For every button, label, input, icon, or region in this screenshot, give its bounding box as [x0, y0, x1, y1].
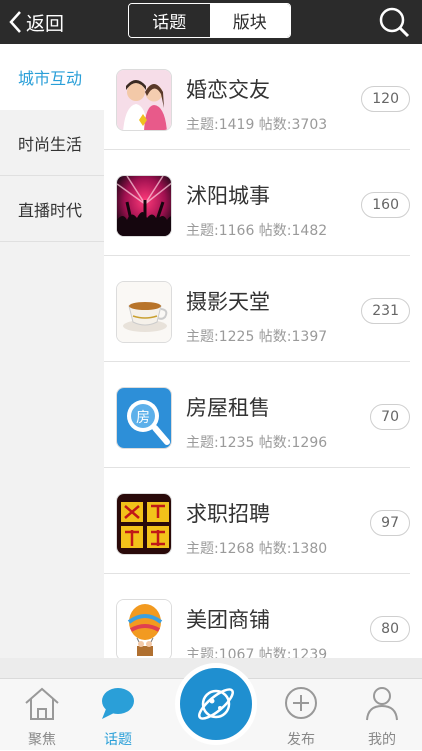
- tab-publish[interactable]: 发布: [259, 679, 343, 751]
- count-badge: 120: [361, 86, 410, 112]
- tab-label: 发布: [287, 732, 315, 748]
- count-badge: 231: [361, 298, 410, 324]
- forum-stats: 主题:1268 帖数:1380: [186, 541, 328, 557]
- forum-stats: 主题:1166 帖数:1482: [186, 223, 328, 239]
- forum-stats: 主题:1067 帖数:1239: [186, 647, 328, 658]
- back-label: 返回: [26, 12, 65, 35]
- count-badge: 80: [370, 616, 410, 642]
- forum-row[interactable]: 婚恋交友 主题:1419 帖数:3703 120: [104, 44, 422, 150]
- planet-icon: [198, 688, 234, 720]
- search-icon[interactable]: [378, 6, 410, 38]
- forum-row[interactable]: 摄影天堂 主题:1225 帖数:1397 231: [104, 256, 422, 362]
- home-icon: [25, 687, 59, 720]
- forum-row[interactable]: 房 房屋租售 主题:1235 帖数:1296 70: [104, 362, 422, 468]
- back-button[interactable]: 返回: [8, 8, 64, 36]
- forum-stats: 主题:1225 帖数:1397: [186, 329, 328, 345]
- list-bottom-strip: [104, 658, 422, 678]
- tab-home[interactable]: 聚焦: [0, 679, 84, 751]
- forum-name: 美团商铺: [186, 608, 270, 632]
- forum-stats: 主题:1419 帖数:3703: [186, 117, 328, 133]
- tab-label: 我的: [368, 732, 396, 748]
- forum-row[interactable]: 美团商铺 主题:1067 帖数:1239 80: [104, 574, 422, 658]
- sidebar-item-city[interactable]: 城市互动: [0, 44, 104, 110]
- house-search-icon: 房: [116, 387, 172, 449]
- tab-mine[interactable]: 我的: [340, 679, 422, 751]
- forum-row[interactable]: 沭阳城事 主题:1166 帖数:1482 160: [104, 150, 422, 256]
- count-badge: 160: [361, 192, 410, 218]
- category-sidebar: 城市互动 时尚生活 直播时代: [0, 44, 104, 658]
- user-icon: [366, 687, 398, 721]
- chevron-left-icon: [9, 11, 21, 33]
- forum-name: 求职招聘: [186, 502, 270, 526]
- count-badge: 97: [370, 510, 410, 536]
- top-nav-bar: 返回 话题 版块: [0, 0, 422, 44]
- recruit-poster-icon: [116, 493, 172, 555]
- tab-label: 话题: [104, 732, 132, 748]
- coffee-cup-icon: [116, 281, 172, 343]
- segment-control: 话题 版块: [128, 3, 291, 38]
- plus-circle-icon: [285, 687, 317, 719]
- forum-stats: 主题:1235 帖数:1296: [186, 435, 328, 451]
- tab-label: 聚焦: [28, 732, 56, 748]
- forum-name: 沭阳城事: [186, 184, 270, 208]
- couple-photo-icon: [116, 69, 172, 131]
- list-bottom-strip: [0, 658, 104, 678]
- forum-name: 摄影天堂: [186, 290, 270, 314]
- tab-topic[interactable]: 话题: [76, 679, 160, 751]
- tab-board[interactable]: 版块: [209, 4, 290, 37]
- tab-topic[interactable]: 话题: [129, 4, 210, 37]
- forum-row[interactable]: 求职招聘 主题:1268 帖数:1380 97: [104, 468, 422, 574]
- forum-name: 婚恋交友: [186, 78, 270, 102]
- forum-name: 房屋租售: [186, 396, 270, 420]
- discover-center-button[interactable]: [175, 663, 257, 745]
- balloon-kids-icon: [116, 599, 172, 658]
- sidebar-item-live[interactable]: 直播时代: [0, 176, 104, 242]
- concert-crowd-icon: [116, 175, 172, 237]
- svg-text:房: 房: [136, 410, 150, 426]
- sidebar-item-fashion[interactable]: 时尚生活: [0, 110, 104, 176]
- count-badge: 70: [370, 404, 410, 430]
- chat-bubble-icon: [102, 688, 134, 719]
- forum-list: 婚恋交友 主题:1419 帖数:3703 120 沭阳城事 主题:1166 帖数…: [104, 44, 422, 658]
